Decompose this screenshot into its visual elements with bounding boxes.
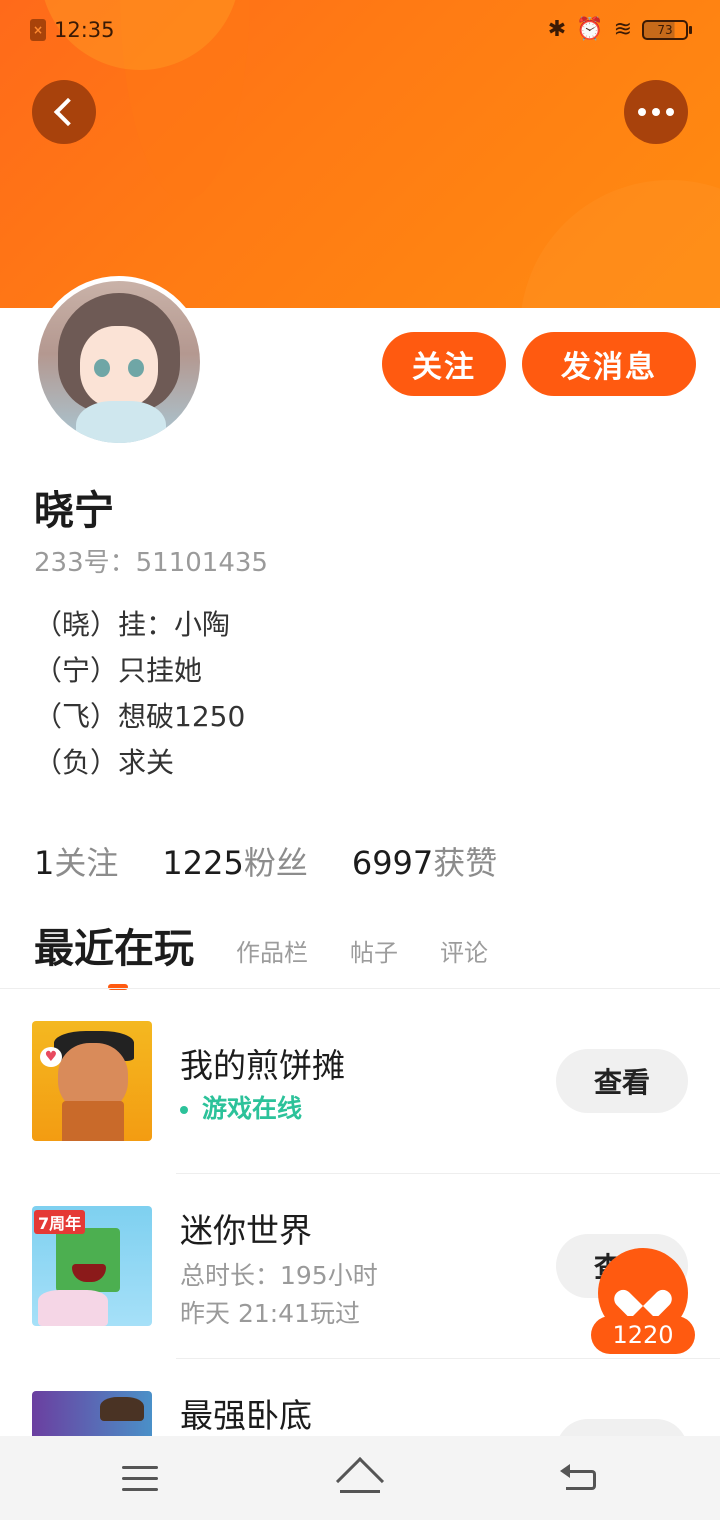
bio: （晓）挂：小陶 （宁）只挂她 （飞）想破1250 （负）求关 [34,602,245,786]
online-status-text: 游戏在线 [202,1094,303,1123]
bio-line: （宁）只挂她 [34,654,203,687]
status-bar: × 12:35 ✱ ⏰ ≋ 73 [0,0,720,62]
avatar-image [38,281,200,443]
profile-tabs: 最近在玩 作品栏 帖子 评论 [34,916,488,990]
stat-label: 关注 [54,844,119,882]
profile-stats: 1关注 1225粉丝 6997获赞 [34,838,497,884]
view-button[interactable]: 查看 [556,1049,688,1113]
tab-comments[interactable]: 评论 [440,933,488,984]
battery-level: 73 [657,23,673,37]
stat-number: 1 [34,844,55,882]
play-duration: 总时长：195小时 [180,1261,378,1290]
heart-icon [626,1278,660,1308]
wifi-icon: ≋ [613,17,632,42]
game-name: 迷你世界 [180,1211,312,1250]
alarm-icon: ⏰ [576,17,604,42]
tab-posts[interactable]: 帖子 [350,933,398,984]
back-icon[interactable] [560,1462,600,1494]
bio-line: （晓）挂：小陶 [34,608,231,641]
menu-icon[interactable] [122,1466,158,1492]
status-time: 12:35 [54,18,115,42]
bio-line: （负）求关 [34,746,175,779]
chevron-left-icon [53,97,83,127]
back-button[interactable] [32,80,96,144]
home-icon[interactable] [334,1456,386,1506]
game-name: 最强卧底 [180,1396,312,1435]
tab-works[interactable]: 作品栏 [236,933,308,984]
battery-icon: 73 [642,20,692,40]
sim-error-icon: × [30,19,46,41]
system-nav-bar [0,1436,720,1520]
last-played: 昨天 21:41玩过 [180,1299,360,1328]
stat-number: 6997 [351,844,434,882]
username: 晓宁 [34,488,114,534]
game-name: 我的煎饼摊 [180,1046,345,1085]
more-dots-icon [638,108,674,116]
likes-stat: 6997获赞 [352,838,497,884]
like-count: 1220 [591,1316,695,1354]
online-dot-icon [180,1106,188,1114]
send-message-button[interactable]: 发消息 [522,332,696,396]
tab-recently-played[interactable]: 最近在玩 [34,916,194,990]
more-button[interactable] [624,80,688,144]
game-icon: ♥ [32,1021,152,1141]
game-icon: 7周年 [32,1206,152,1326]
bio-line: （飞）想破1250 [34,700,246,733]
banner-decoration [520,180,720,308]
online-status: 游戏在线 [180,1089,302,1125]
list-item[interactable]: ♥ 我的煎饼摊 游戏在线 查看 [0,989,720,1174]
following-stat[interactable]: 1关注 [34,838,118,884]
avatar[interactable] [33,276,205,448]
profile-banner: × 12:35 ✱ ⏰ ≋ 73 [0,0,720,308]
user-id: 233号：51101435 [34,548,268,578]
follow-button[interactable]: 关注 [382,332,506,396]
bluetooth-icon: ✱ [547,17,567,42]
stat-label: 获赞 [433,844,498,882]
stat-label: 粉丝 [243,844,308,882]
stat-number: 1225 [162,844,244,882]
followers-stat[interactable]: 1225粉丝 [162,838,307,884]
